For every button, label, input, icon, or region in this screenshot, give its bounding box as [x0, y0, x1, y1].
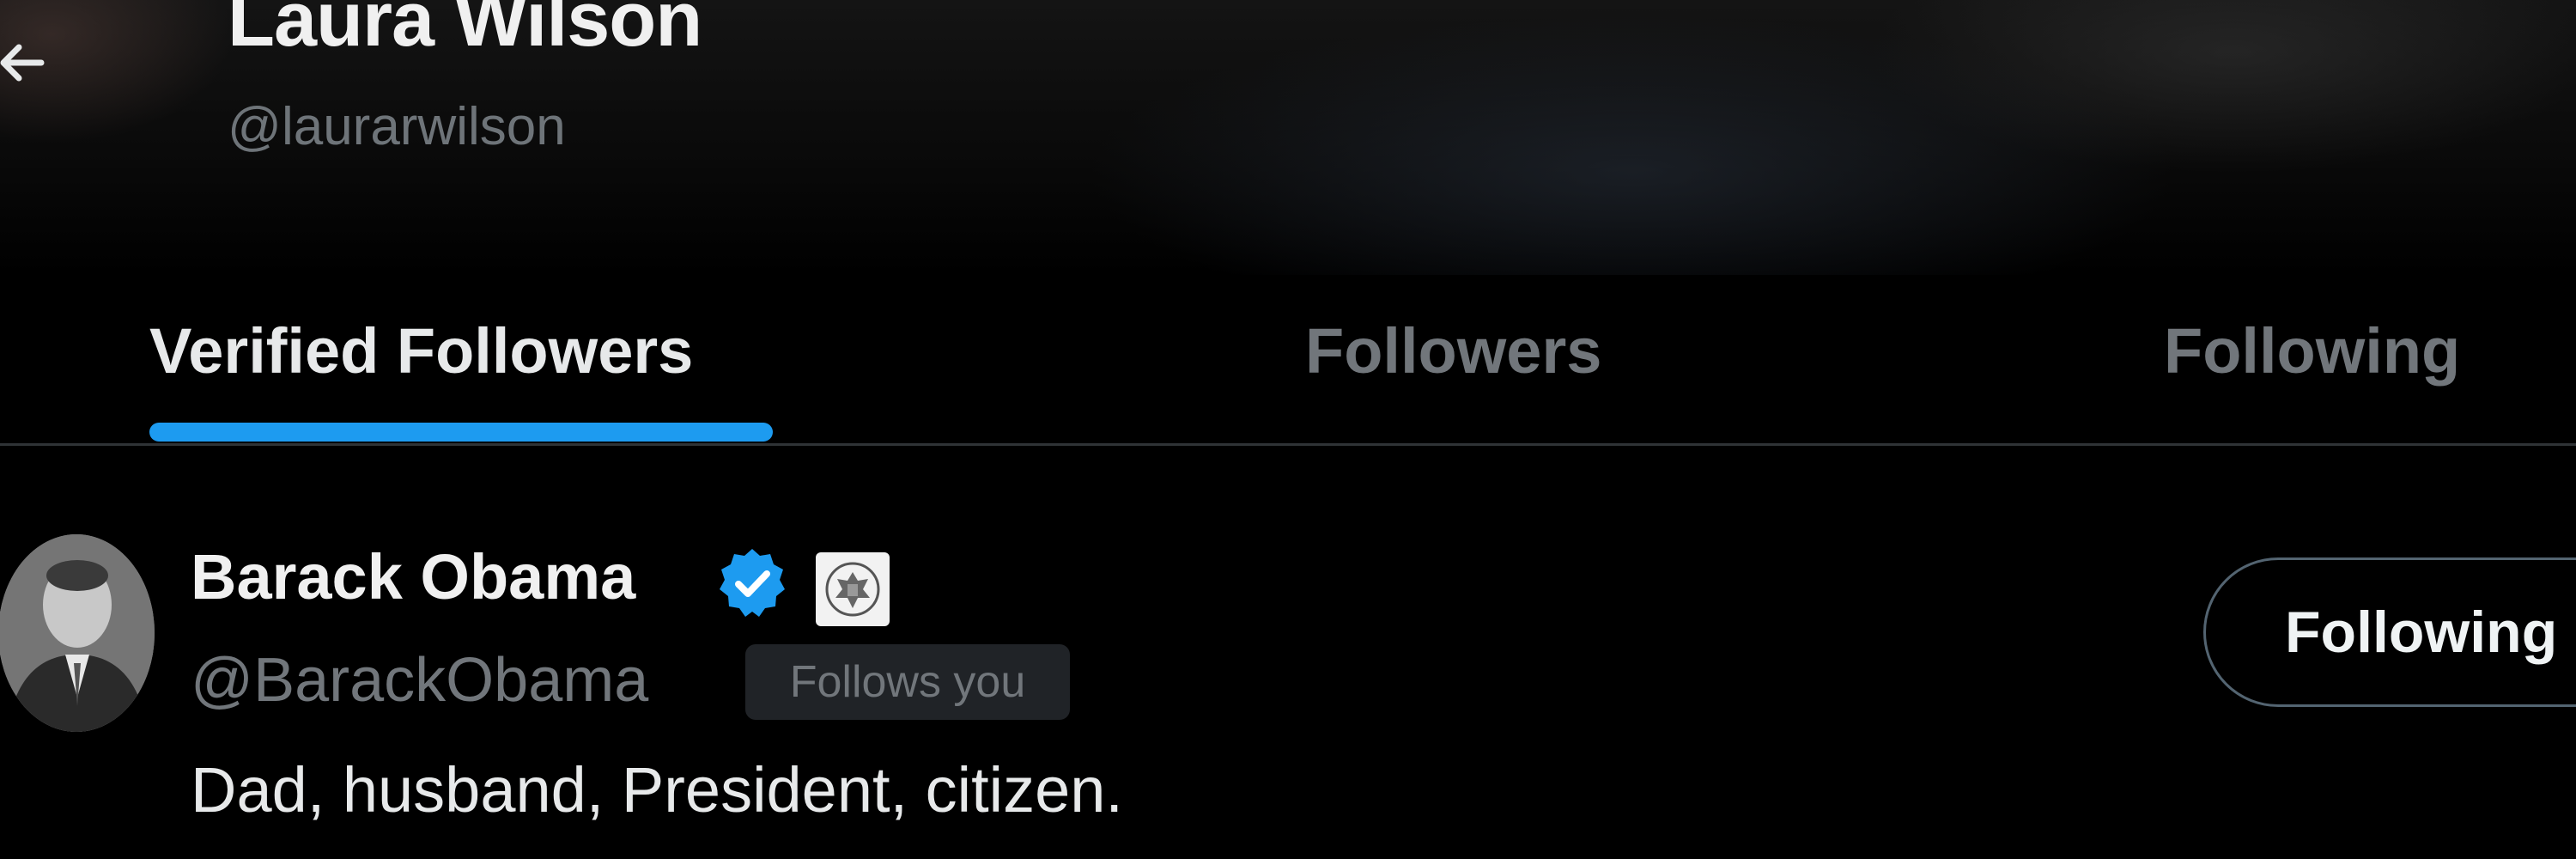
- followers-tabs: Verified Followers Followers Following: [0, 258, 2576, 443]
- user-name: Barack Obama: [191, 541, 636, 612]
- following-button[interactable]: Following: [2203, 557, 2576, 707]
- follows-you-label: Follows you: [789, 657, 1026, 707]
- following-button-label: Following: [2285, 600, 2558, 665]
- follows-you-badge: Follows you: [745, 644, 1070, 720]
- tab-verified-followers[interactable]: Verified Followers: [149, 258, 693, 443]
- active-tab-indicator: [149, 423, 773, 442]
- tab-label: Followers: [1305, 314, 1602, 387]
- user-handle: @BarackObama: [191, 646, 649, 715]
- profile-handle: @laurarwilson: [228, 97, 566, 156]
- tab-followers[interactable]: Followers: [1305, 258, 1601, 443]
- profile-name: Laura Wilson: [228, 0, 702, 63]
- arrow-left-icon: [0, 44, 45, 82]
- tab-following[interactable]: Following: [2164, 258, 2460, 443]
- avatar[interactable]: [0, 534, 155, 732]
- government-seal-icon[interactable]: [816, 552, 890, 626]
- tab-label: Verified Followers: [149, 314, 694, 387]
- back-button[interactable]: [0, 34, 50, 91]
- user-bio: Dad, husband, President, citizen.: [191, 754, 1123, 825]
- verified-badge-icon[interactable]: [714, 545, 790, 621]
- user-cell[interactable]: Barack Obama @BarackObama Follows you Da…: [0, 446, 2576, 859]
- tab-label: Following: [2164, 314, 2461, 387]
